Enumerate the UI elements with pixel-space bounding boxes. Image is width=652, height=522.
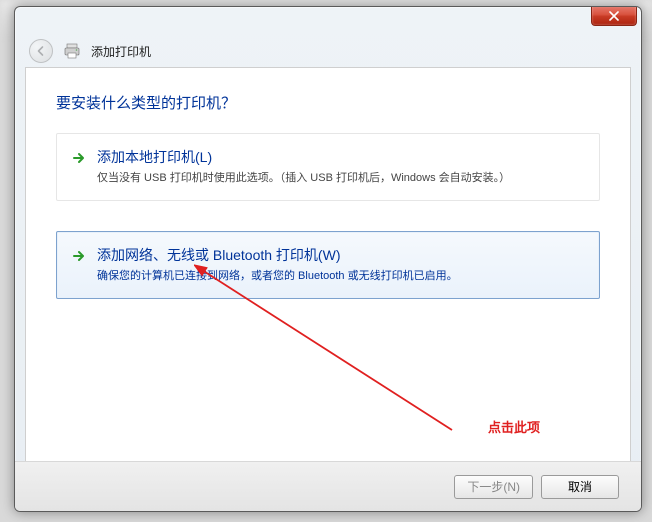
option-network-desc: 确保您的计算机已连接到网络，或者您的 Bluetooth 或无线打印机已启用。 (97, 268, 585, 285)
titlebar (15, 7, 641, 35)
option-add-local-printer[interactable]: 添加本地打印机(L) 仅当没有 USB 打印机时使用此选项。（插入 USB 打印… (56, 133, 600, 201)
arrow-right-icon (71, 248, 87, 264)
page-title: 要安装什么类型的打印机？ (56, 92, 600, 113)
header-title: 添加打印机 (91, 43, 151, 60)
annotation-label: 点击此项 (488, 417, 540, 436)
close-button[interactable] (591, 6, 637, 26)
close-icon (609, 11, 619, 21)
option-local-desc: 仅当没有 USB 打印机时使用此选项。（插入 USB 打印机后，Windows … (97, 170, 585, 187)
arrow-right-icon (71, 150, 87, 166)
option-local-title: 添加本地打印机(L) (97, 148, 585, 168)
footer: 下一步(N) 取消 (15, 461, 641, 511)
header: 添加打印机 (15, 35, 641, 67)
dialog-window: 添加打印机 要安装什么类型的打印机？ 添加本地打印机(L) 仅当没有 USB 打… (14, 6, 642, 512)
back-arrow-icon (35, 45, 47, 57)
content-area: 要安装什么类型的打印机？ 添加本地打印机(L) 仅当没有 USB 打印机时使用此… (25, 67, 631, 469)
back-button[interactable] (29, 39, 53, 63)
option-network-title: 添加网络、无线或 Bluetooth 打印机(W) (97, 246, 585, 266)
next-button[interactable]: 下一步(N) (454, 475, 533, 499)
option-add-network-printer[interactable]: 添加网络、无线或 Bluetooth 打印机(W) 确保您的计算机已连接到网络，… (56, 231, 600, 299)
printer-icon (63, 43, 81, 59)
cancel-button[interactable]: 取消 (541, 475, 619, 499)
